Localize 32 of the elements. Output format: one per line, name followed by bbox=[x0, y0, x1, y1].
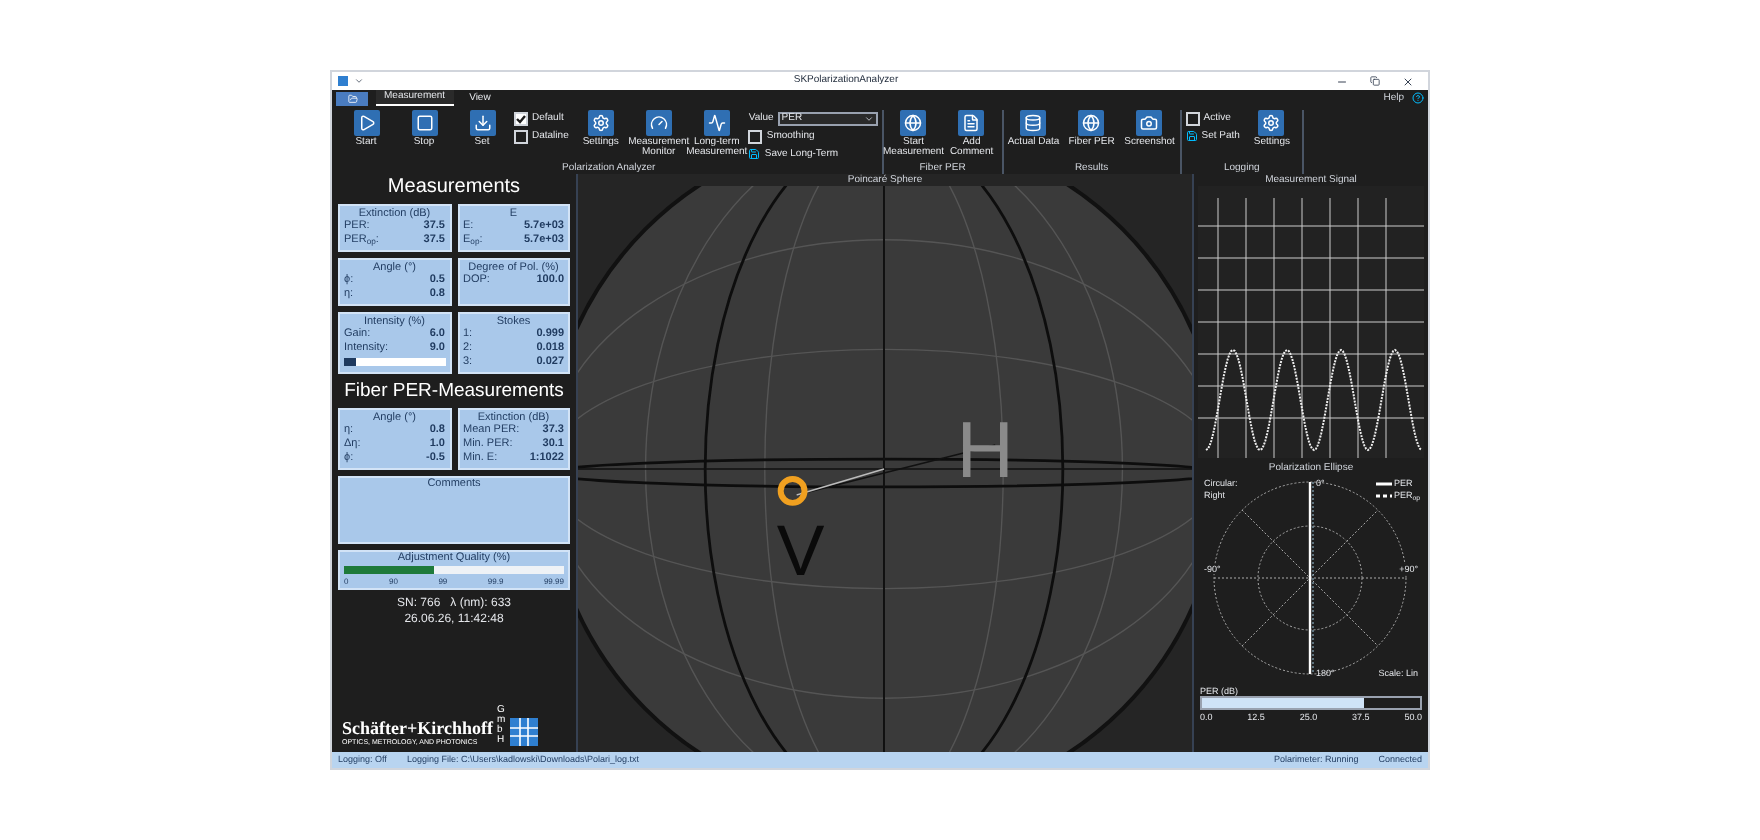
globe-icon bbox=[904, 114, 923, 132]
database-icon bbox=[1024, 114, 1043, 132]
globe-icon bbox=[1082, 114, 1101, 132]
legend-line bbox=[1375, 493, 1392, 497]
close-icon[interactable] bbox=[1402, 75, 1414, 87]
file-menu-button[interactable] bbox=[336, 92, 368, 106]
restore-icon[interactable] bbox=[1370, 76, 1380, 86]
section-heading: Fiber PER-Measurements bbox=[342, 380, 566, 402]
document-icon bbox=[962, 114, 981, 132]
play-icon bbox=[357, 114, 375, 132]
caret-icon[interactable] bbox=[354, 76, 364, 86]
minimize-icon[interactable] bbox=[1336, 75, 1348, 87]
polarization-marker bbox=[777, 475, 808, 506]
folder-icon bbox=[347, 94, 357, 104]
settings-icon bbox=[591, 114, 610, 132]
save-icon bbox=[1185, 130, 1198, 142]
gauge-icon bbox=[649, 114, 668, 132]
legend-line bbox=[1375, 481, 1392, 485]
app-icon bbox=[338, 76, 348, 86]
stop-icon bbox=[415, 114, 433, 132]
settings-icon bbox=[1262, 114, 1281, 132]
caret-icon bbox=[863, 114, 874, 124]
checkbox[interactable] bbox=[514, 112, 528, 126]
logo-name: Schäfter+Kirchhoff bbox=[342, 718, 493, 738]
camera-icon bbox=[1140, 114, 1159, 132]
section-heading: Measurements bbox=[385, 176, 523, 198]
pulse-icon bbox=[707, 114, 726, 132]
help-icon[interactable] bbox=[1412, 92, 1424, 104]
logo-grid-icon bbox=[510, 718, 539, 746]
save-icon bbox=[748, 148, 761, 160]
download-icon bbox=[473, 114, 491, 132]
sphere-axis-label: H bbox=[956, 406, 1015, 495]
